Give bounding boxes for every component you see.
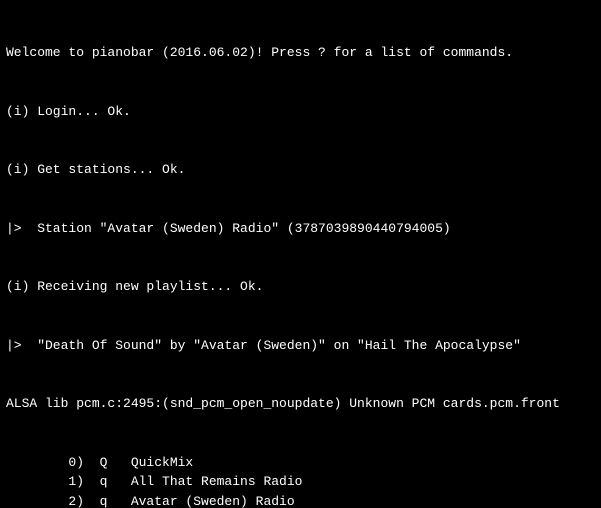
alsa-warning-line: ALSA lib pcm.c:2495:(snd_pcm_open_noupda… <box>6 394 595 414</box>
station-row: 0) Q QuickMix <box>6 453 595 473</box>
station-row: 2) q Avatar (Sweden) Radio <box>6 492 595 508</box>
station-info-line: |> Station "Avatar (Sweden) Radio" (3787… <box>6 219 595 239</box>
station-row: 1) q All That Remains Radio <box>6 472 595 492</box>
now-playing-line: |> "Death Of Sound" by "Avatar (Sweden)"… <box>6 336 595 356</box>
station-list: 0) Q QuickMix 1) q All That Remains Radi… <box>6 453 595 508</box>
welcome-line: Welcome to pianobar (2016.06.02)! Press … <box>6 43 595 63</box>
receiving-line: (i) Receiving new playlist... Ok. <box>6 277 595 297</box>
login-line: (i) Login... Ok. <box>6 102 595 122</box>
terminal-window[interactable]: Welcome to pianobar (2016.06.02)! Press … <box>0 0 601 508</box>
get-stations-line: (i) Get stations... Ok. <box>6 160 595 180</box>
